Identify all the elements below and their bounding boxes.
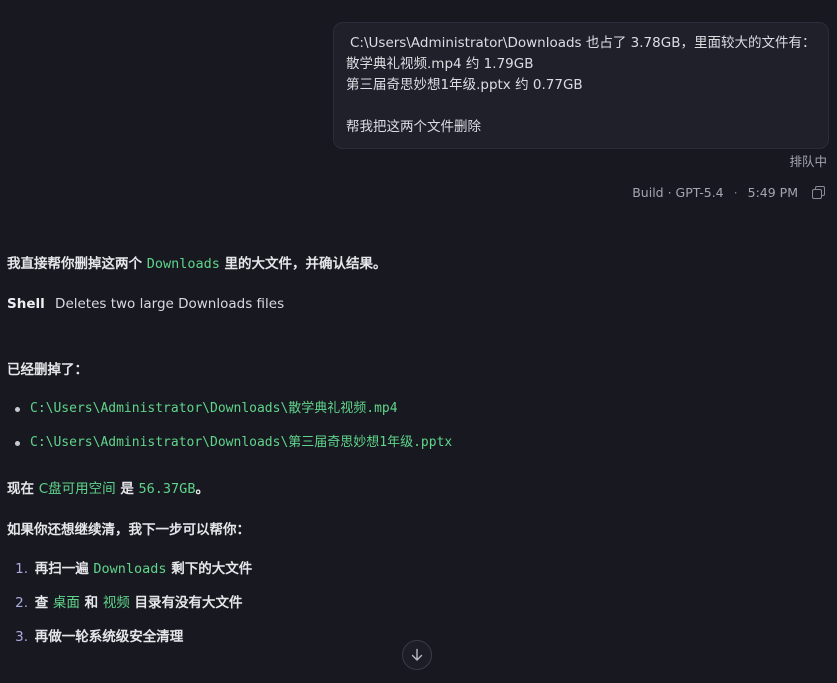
- intro-text: 里的大文件，并确认结果。: [219, 256, 387, 272]
- tool-description: Deletes two large Downloads files: [55, 296, 285, 312]
- text: 剩下的大文件: [166, 561, 253, 577]
- file-path: C:\Users\Administrator\Downloads\第三届奇思妙想…: [30, 435, 453, 450]
- tool-name: Shell: [7, 296, 45, 312]
- deleted-file-list: C:\Users\Administrator\Downloads\散学典礼视频.…: [7, 398, 452, 466]
- meta-separator: ·: [733, 185, 738, 200]
- free-space-line: 现在 C盘可用空间 是 56.37GB。: [7, 477, 209, 497]
- inline-code: 56.37GB: [138, 481, 196, 497]
- text: 和: [79, 595, 103, 611]
- copy-icon[interactable]: [812, 186, 825, 199]
- deleted-heading: 已经删掉了：: [7, 362, 88, 378]
- message-time: 5:49 PM: [747, 185, 798, 200]
- text: 再做一轮系统级安全清理: [34, 629, 184, 645]
- inline-code: Downloads: [93, 561, 167, 577]
- user-message-line: C:\Users\Administrator\Downloads 也占了 3.7…: [350, 35, 816, 51]
- list-number: 1.: [15, 561, 28, 577]
- inline-code: 桌面: [52, 595, 80, 611]
- next-steps-list: 1. 再扫一遍 Downloads 剩下的大文件 2. 查 桌面 和 视频 目录…: [7, 558, 252, 660]
- list-number: 3.: [15, 629, 28, 645]
- list-item: 2. 查 桌面 和 视频 目录有没有大文件: [7, 592, 252, 626]
- inline-code: Downloads: [146, 256, 220, 272]
- model-label: Build · GPT-5.4: [632, 185, 724, 200]
- inline-code: 视频: [102, 595, 130, 611]
- queue-status: 排队中: [789, 154, 827, 169]
- message-meta: Build · GPT-5.4 · 5:49 PM: [632, 185, 825, 200]
- list-item: C:\Users\Administrator\Downloads\第三届奇思妙想…: [7, 432, 452, 466]
- text: 。: [195, 481, 209, 497]
- list-item: 3. 再做一轮系统级安全清理: [7, 626, 252, 660]
- text: 是: [115, 481, 139, 497]
- list-item: C:\Users\Administrator\Downloads\散学典礼视频.…: [7, 398, 452, 432]
- inline-code: C盘可用空间: [38, 481, 116, 497]
- scroll-to-bottom-button[interactable]: [402, 640, 432, 670]
- arrow-down-icon: [411, 648, 423, 661]
- text: 查: [34, 595, 53, 611]
- text: 现在: [7, 481, 39, 497]
- user-message-line: 帮我把这两个文件删除: [346, 119, 481, 135]
- intro-text: 我直接帮你删掉这两个: [7, 256, 147, 272]
- next-steps-heading: 如果你还想继续清，我下一步可以帮你：: [7, 522, 250, 538]
- user-message-bubble: C:\Users\Administrator\Downloads 也占了 3.7…: [333, 22, 829, 149]
- text: 再扫一遍: [34, 561, 94, 577]
- file-path: C:\Users\Administrator\Downloads\散学典礼视频.…: [30, 401, 398, 416]
- assistant-intro: 我直接帮你删掉这两个 Downloads 里的大文件，并确认结果。: [7, 252, 387, 272]
- user-message-line: 散学典礼视频.mp4 约 1.79GB: [346, 56, 534, 72]
- text: 目录有没有大文件: [129, 595, 243, 611]
- user-message-line: 第三届奇思妙想1年级.pptx 约 0.77GB: [346, 77, 583, 93]
- list-number: 2.: [15, 595, 28, 611]
- list-item: 1. 再扫一遍 Downloads 剩下的大文件: [7, 558, 252, 592]
- chat-page: C:\Users\Administrator\Downloads 也占了 3.7…: [0, 0, 837, 683]
- tool-call-shell[interactable]: Shell Deletes two large Downloads files: [7, 296, 284, 312]
